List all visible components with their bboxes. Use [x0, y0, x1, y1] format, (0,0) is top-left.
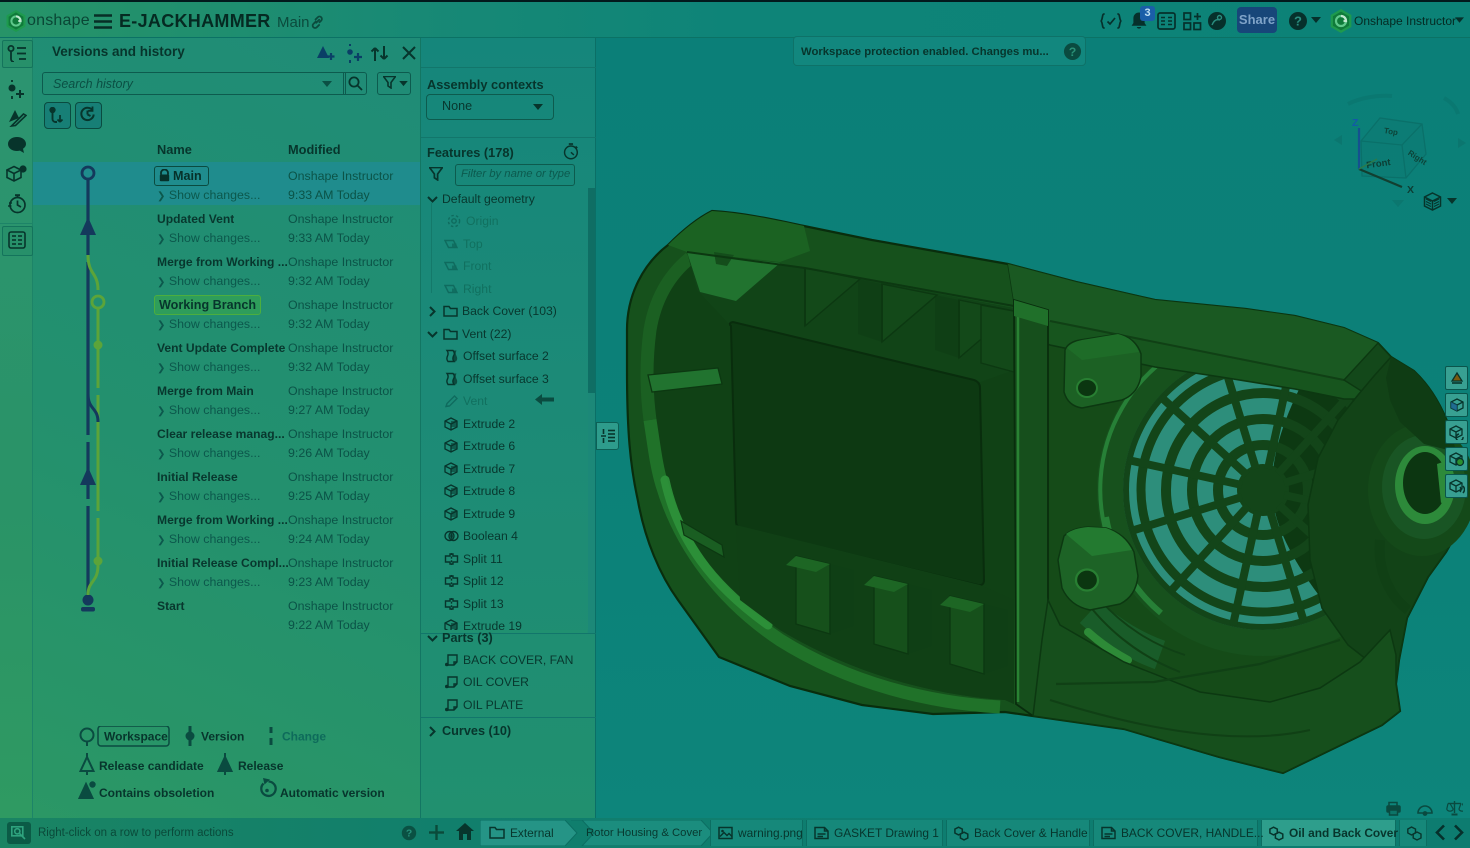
svg-text:Automatic version: Automatic version: [280, 786, 385, 800]
svg-text:X: X: [1407, 184, 1414, 196]
svg-text:Release candidate: Release candidate: [99, 759, 204, 773]
svg-text:Version: Version: [201, 730, 244, 744]
svg-text:Workspace: Workspace: [104, 730, 168, 744]
svg-text:?: ?: [406, 829, 412, 840]
svg-text:Z: Z: [1352, 117, 1359, 129]
svg-text:?: ?: [1294, 14, 1302, 29]
svg-text:Change: Change: [282, 730, 326, 744]
svg-text:Release: Release: [238, 759, 284, 773]
svg-text:?: ?: [21, 166, 25, 173]
svg-text:Contains obsoletion: Contains obsoletion: [99, 786, 214, 800]
svg-text:?: ?: [1069, 45, 1077, 59]
